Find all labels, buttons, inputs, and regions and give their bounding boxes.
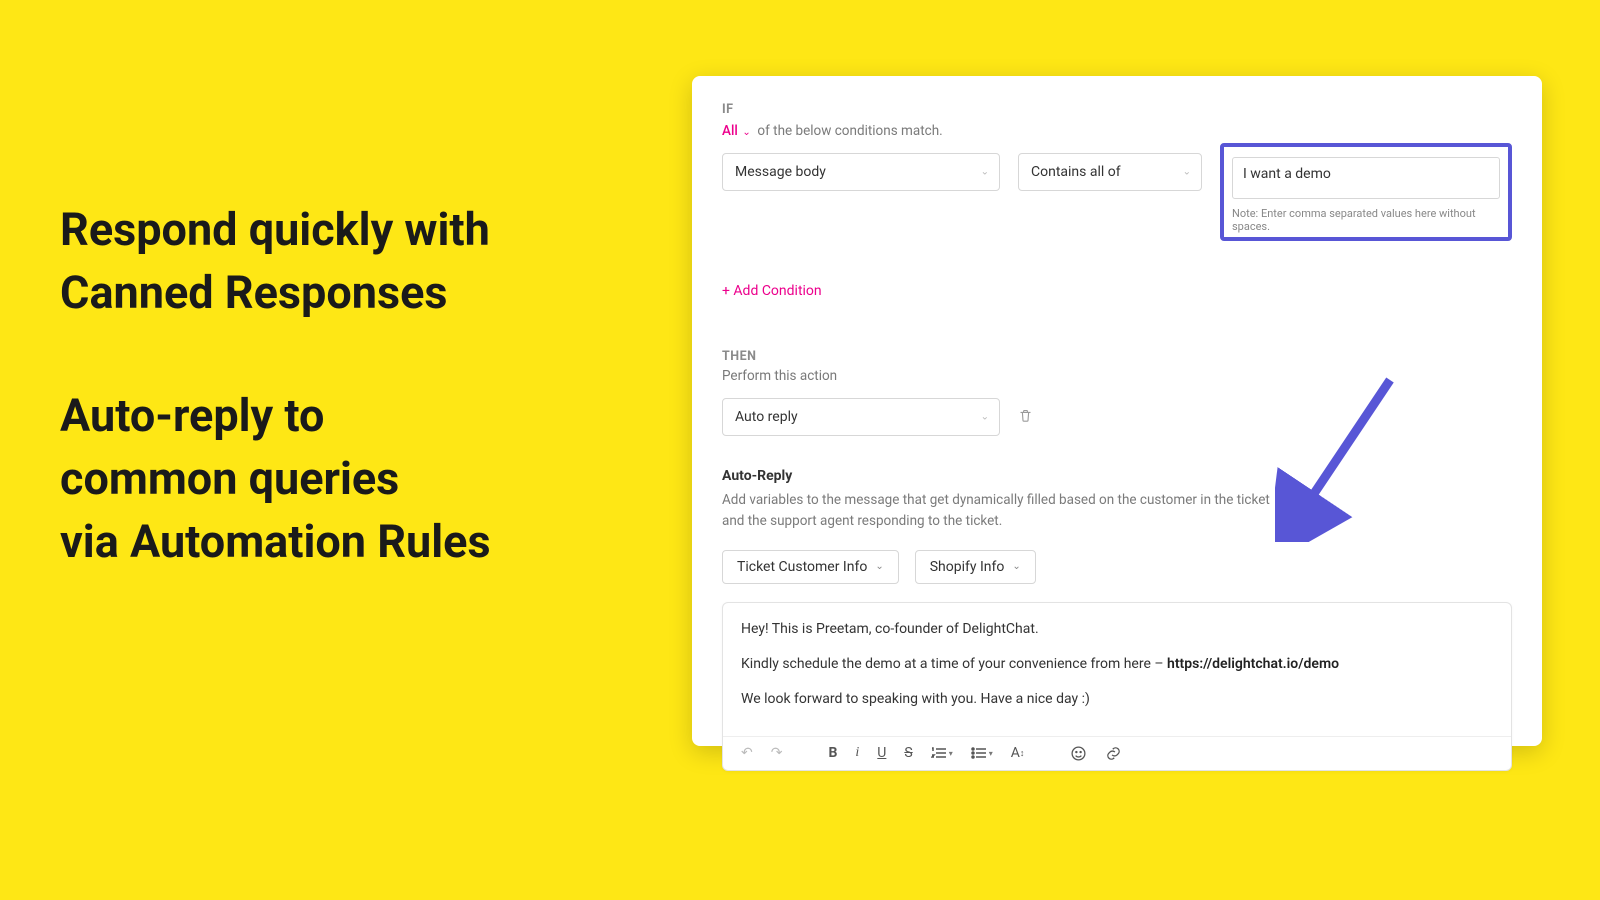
bold-button[interactable]: B — [828, 745, 837, 761]
condition-field-select[interactable]: Message body ⌄ — [722, 153, 1000, 191]
undo-button[interactable]: ↶ — [741, 745, 753, 761]
promo-line-2: Canned Responses — [60, 261, 491, 324]
list-ul-icon — [971, 746, 987, 760]
ordered-list-button[interactable]: ▾ — [931, 746, 953, 760]
reply-paragraph-3: We look forward to speaking with you. Ha… — [741, 689, 1493, 710]
reply-editor: Hey! This is Preetam, co-founder of Deli… — [722, 602, 1512, 771]
reply-paragraph-1: Hey! This is Preetam, co-founder of Deli… — [741, 619, 1493, 640]
shopify-info-dropdown[interactable]: Shopify Info⌄ — [915, 550, 1036, 584]
action-select[interactable]: Auto reply ⌄ — [722, 398, 1000, 436]
list-ol-icon — [931, 746, 947, 760]
condition-operator-select[interactable]: Contains all of ⌄ — [1018, 153, 1202, 191]
trash-icon — [1018, 408, 1033, 423]
editor-toolbar: ↶ ↷ B i U S ▾ ▾ A↕ — [723, 736, 1511, 770]
underline-button[interactable]: U — [877, 745, 886, 761]
demo-link[interactable]: https://delightchat.io/demo — [1167, 656, 1339, 672]
reply-paragraph-2: Kindly schedule the demo at a time of yo… — [741, 654, 1493, 675]
reply-editor-body[interactable]: Hey! This is Preetam, co-founder of Deli… — [723, 603, 1511, 736]
emoji-button[interactable] — [1070, 745, 1087, 762]
link-button[interactable] — [1105, 745, 1122, 762]
chevron-down-icon: ⌄ — [1183, 167, 1191, 178]
promo-line-4: common queries — [60, 447, 491, 510]
delete-action-button[interactable] — [1018, 408, 1033, 427]
promo-line-5: via Automation Rules — [60, 510, 491, 573]
italic-button[interactable]: i — [855, 745, 859, 761]
emoji-icon — [1070, 745, 1087, 762]
chevron-down-icon: ⌄ — [740, 127, 751, 138]
perform-action-label: Perform this action — [722, 368, 1512, 384]
automation-rule-card: IF All ⌄ of the below conditions match. … — [692, 76, 1542, 746]
then-label: THEN — [722, 349, 1512, 364]
condition-quantifier-line: All ⌄ of the below conditions match. — [722, 123, 1512, 139]
if-label: IF — [722, 102, 1512, 117]
quantifier-dropdown[interactable]: All ⌄ — [722, 123, 751, 139]
add-condition-button[interactable]: + Add Condition — [722, 283, 822, 299]
chevron-down-icon: ⌄ — [981, 412, 989, 423]
auto-reply-title: Auto-Reply — [722, 468, 1512, 484]
chevron-down-icon: ⌄ — [1012, 561, 1020, 572]
promo-line-3: Auto-reply to — [60, 384, 491, 447]
quantifier-suffix: of the below conditions match. — [757, 123, 942, 139]
redo-button[interactable]: ↷ — [771, 745, 783, 761]
promo-line-1: Respond quickly with — [60, 198, 491, 261]
condition-value-note: Note: Enter comma separated values here … — [1232, 207, 1500, 233]
ticket-customer-info-dropdown[interactable]: Ticket Customer Info⌄ — [722, 550, 899, 584]
font-size-button[interactable]: A↕ — [1011, 745, 1025, 761]
condition-value-highlight: Note: Enter comma separated values here … — [1220, 143, 1512, 241]
condition-value-input[interactable] — [1232, 157, 1500, 199]
link-icon — [1105, 745, 1122, 762]
chevron-down-icon: ⌄ — [875, 561, 883, 572]
chevron-down-icon: ⌄ — [981, 167, 989, 178]
unordered-list-button[interactable]: ▾ — [971, 746, 993, 760]
auto-reply-desc: Add variables to the message that get dy… — [722, 490, 1282, 532]
promo-text: Respond quickly with Canned Responses Au… — [60, 198, 491, 573]
strikethrough-button[interactable]: S — [904, 745, 912, 761]
